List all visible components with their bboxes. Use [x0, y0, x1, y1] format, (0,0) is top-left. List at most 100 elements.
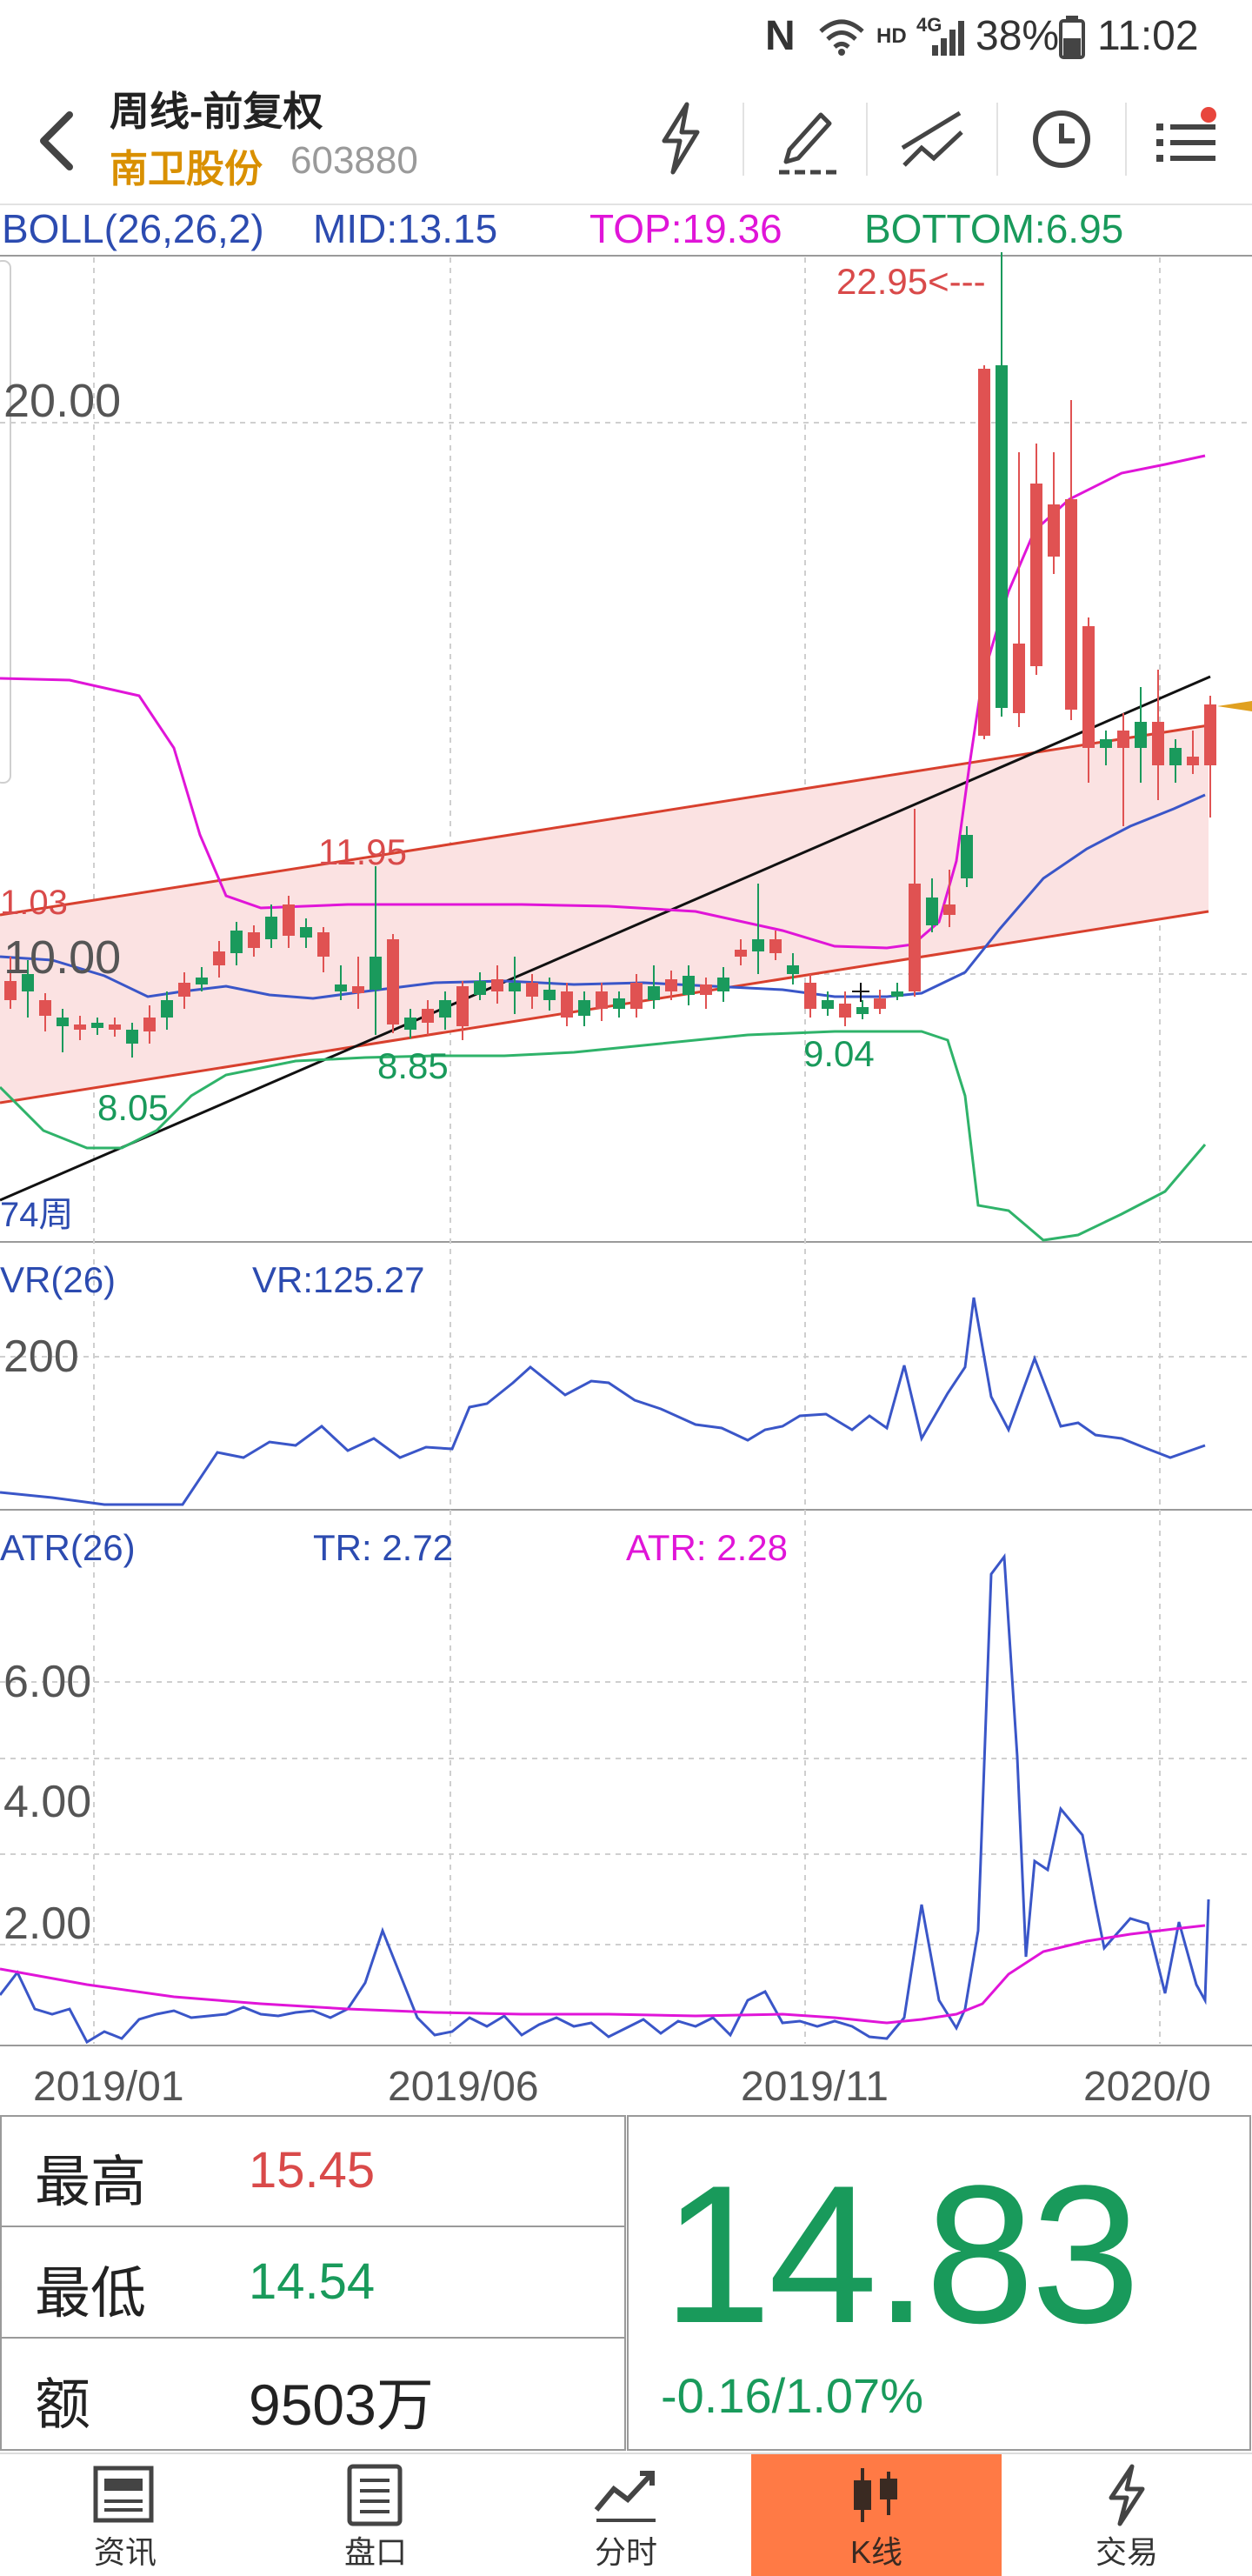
candle-body [1065, 499, 1077, 710]
price-annotation: 1.03 [0, 884, 68, 922]
bottom-nav: 资讯 盘口 分时 K线 交易 [0, 2453, 1252, 2576]
atr-axis-6: 6.00 [3, 1657, 92, 1707]
price-change: -0.16/1.07% [661, 2368, 923, 2423]
candle-body [543, 990, 556, 1000]
low-value: 14.54 [249, 2253, 376, 2310]
candle-body [39, 1000, 51, 1016]
candle-body [769, 939, 782, 953]
vr-name: VR(26) [0, 1259, 117, 1300]
atr-name: ATR(26) [0, 1527, 136, 1568]
candle-body [422, 1009, 434, 1023]
period-label: 74周 [0, 1196, 74, 1234]
vr-value: VR:125.27 [252, 1259, 425, 1300]
nav-orderbook[interactable]: 盘口 [250, 2454, 501, 2576]
candle-body [996, 365, 1008, 708]
vr-axis-200: 200 [3, 1331, 79, 1382]
trade-icon [1109, 2464, 1145, 2526]
price-annotation: 8.85 [377, 1045, 449, 1086]
candle-body [752, 939, 764, 951]
candle-body [109, 1024, 121, 1030]
candle-body [178, 983, 190, 997]
date-label: 2020/0 [1083, 2064, 1211, 2110]
candle-body [317, 932, 330, 957]
price-annotation: 8.05 [97, 1087, 169, 1128]
nav-orderbook-label: 盘口 [343, 2534, 407, 2570]
candle-body [839, 1004, 851, 1018]
atr-axis-4: 4.00 [3, 1777, 92, 1827]
orderbook-icon [347, 2464, 403, 2526]
candle-body [561, 991, 573, 1018]
candle-body [456, 986, 469, 1026]
current-price-marker [1217, 701, 1252, 711]
candle-body [1204, 704, 1216, 765]
candle-body [926, 898, 938, 925]
candle-body [213, 951, 225, 965]
amount-label: 额 [35, 2373, 90, 2436]
candle-body [161, 1000, 173, 1018]
candle-body [804, 983, 816, 1009]
candle-body [230, 931, 243, 953]
nav-intraday-label: 分时 [594, 2534, 657, 2570]
nav-kline[interactable]: K线 [751, 2454, 1002, 2576]
kline-chart[interactable] [0, 0, 1252, 2115]
candle-body [491, 979, 503, 991]
candle-body [196, 978, 208, 984]
date-label: 2019/06 [388, 2064, 539, 2110]
candle-body [143, 1018, 156, 1031]
high-price-annotation: 22.95<--- [836, 261, 986, 302]
nav-intraday[interactable]: 分时 [501, 2454, 751, 2576]
candle-body [683, 976, 695, 995]
candle-body [387, 939, 399, 1024]
candle-body [1135, 722, 1147, 748]
price-axis-10: 10.00 [3, 931, 122, 984]
low-label: 最低 [35, 2262, 146, 2325]
candle-body [283, 904, 295, 936]
candle-body [578, 1000, 590, 1016]
candle-body [248, 932, 260, 948]
news-icon [93, 2466, 154, 2523]
candle-body [874, 998, 886, 1009]
candle-body [856, 1007, 869, 1014]
candlestick-icon [854, 2468, 897, 2522]
candle-body [613, 998, 625, 1009]
candle-body [1082, 626, 1095, 748]
candle-body [978, 369, 990, 736]
date-label: 2019/11 [741, 2064, 889, 2110]
candle-body [1187, 757, 1199, 765]
high-value: 15.45 [249, 2142, 376, 2199]
amount-value: 9503万 [249, 2372, 434, 2437]
candle-body [717, 978, 729, 991]
atr-axis-2: 2.00 [3, 1899, 92, 1949]
nav-trade[interactable]: 交易 [1002, 2454, 1252, 2576]
candle-body [1117, 731, 1129, 748]
price-annotation: 9.04 [803, 1033, 875, 1074]
candle-body [1048, 504, 1060, 557]
candle-body [596, 991, 608, 1009]
candle-body [648, 986, 660, 1000]
price-annotation: 11.95 [318, 831, 407, 872]
tr-line [0, 1552, 1210, 2045]
candle-body [665, 979, 677, 991]
candle-body [1030, 484, 1042, 666]
candle-body [735, 950, 747, 957]
candle-body [91, 1023, 103, 1028]
quote-info-panel: 最高 15.45 最低 14.54 额 9503万 14.83 -0.16/1.… [0, 2115, 1252, 2453]
candle-body [1013, 644, 1025, 713]
atr-value: ATR: 2.28 [626, 1527, 788, 1568]
candle-body [822, 1000, 834, 1009]
high-label: 最高 [35, 2151, 146, 2213]
candle-body [335, 984, 347, 991]
candle-body [474, 981, 486, 995]
candle-body [439, 1000, 451, 1018]
candle-body [57, 1018, 69, 1026]
nav-news[interactable]: 资讯 [0, 2454, 250, 2576]
intraday-icon [594, 2471, 656, 2522]
candle-body [1152, 722, 1164, 765]
candle-body [126, 1030, 138, 1044]
tr-value: TR: 2.72 [313, 1527, 454, 1568]
nav-kline-label: K线 [849, 2534, 902, 2570]
candle-body [300, 927, 312, 938]
date-label: 2019/01 [33, 2064, 184, 2110]
candle-body [74, 1024, 86, 1030]
nav-trade-label: 交易 [1095, 2534, 1158, 2570]
